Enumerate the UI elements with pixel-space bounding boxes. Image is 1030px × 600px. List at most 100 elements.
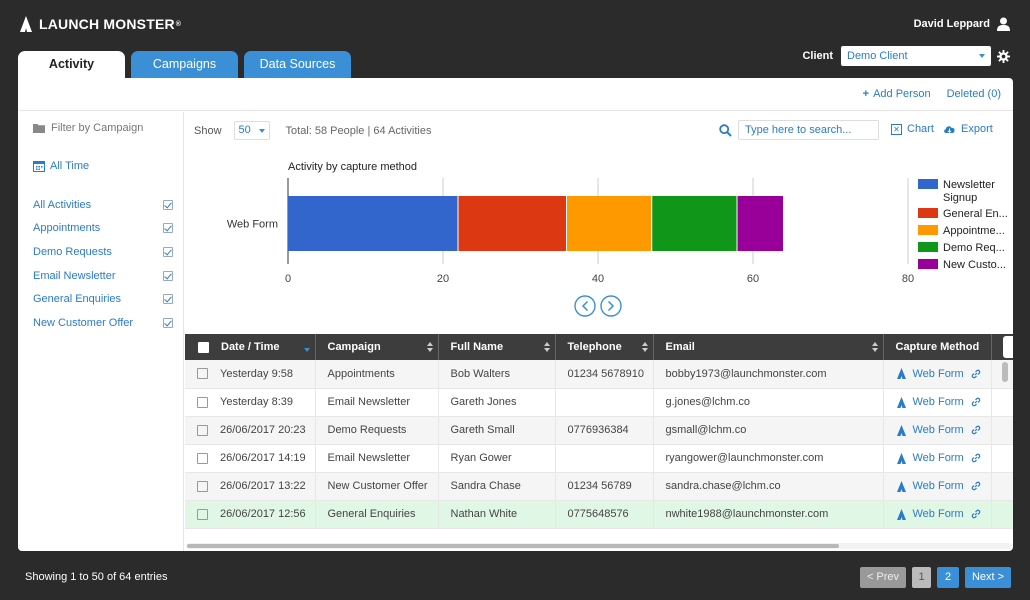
link-icon[interactable] <box>971 369 981 379</box>
campaign-filter-email-newsletter[interactable]: Email Newsletter <box>33 264 173 288</box>
link-icon[interactable] <box>971 481 981 491</box>
page-2-button[interactable]: 2 <box>937 567 959 588</box>
table-row[interactable]: 26/06/2017 20:23 Demo Requests Gareth Smal… <box>185 416 1013 445</box>
sort-icon <box>871 342 878 353</box>
campaign-filter-sidebar: Filter by Campaign All Time All Activiti… <box>18 112 184 551</box>
cell-value[interactable]: ryangower@launchmonster.com <box>666 452 824 464</box>
column-header-capture-method[interactable]: Capture Method <box>883 334 992 360</box>
deleted-link[interactable]: Deleted (0) <box>947 88 1001 100</box>
add-person-button[interactable]: + Add Person <box>863 88 931 100</box>
cell-value[interactable]: g.jones@lchm.co <box>666 396 751 408</box>
column-header-full-name[interactable]: Full Name <box>438 334 556 360</box>
cell-email: gsmall@lchm.co <box>653 416 884 445</box>
campaign-filter-all-activities[interactable]: All Activities <box>33 193 173 217</box>
campaign-checkbox[interactable] <box>163 246 173 257</box>
page-size-select[interactable]: 50 <box>233 121 270 140</box>
column-label: Full Name <box>450 341 504 353</box>
cell-value: 26/06/2017 13:22 <box>220 480 306 492</box>
cell-value: Ryan Gower <box>450 452 512 464</box>
campaign-list: All Activities Appointments Demo Request… <box>33 193 173 335</box>
activity-chart: Activity by capture method 0 20 40 60 80 Web… <box>227 161 1008 317</box>
cell-value: Gareth Jones <box>450 396 517 408</box>
column-header-telephone[interactable]: Telephone <box>555 334 654 360</box>
chart-title: Activity by capture method <box>288 161 417 173</box>
row-checkbox[interactable] <box>197 452 208 464</box>
rocket-logo-icon <box>20 16 32 32</box>
cell-value[interactable]: gsmall@lchm.co <box>666 424 747 436</box>
date-range-picker[interactable]: All Time <box>33 160 89 172</box>
row-checkbox[interactable] <box>197 368 208 380</box>
gear-icon[interactable] <box>997 49 1010 63</box>
tab-activity[interactable]: Activity <box>18 51 125 79</box>
table-row[interactable]: Yesterday 8:39 Email Newsletter Gareth Jon… <box>185 388 1013 417</box>
client-dropdown[interactable]: Demo Client <box>841 46 991 66</box>
cell-date: 26/06/2017 12:56 <box>185 500 316 529</box>
link-icon[interactable] <box>971 453 981 463</box>
cell-email: bobby1973@launchmonster.com <box>653 360 884 389</box>
table-row[interactable]: 26/06/2017 13:22 New Customer Offer Sandra… <box>185 472 1013 501</box>
campaign-filter-appointments[interactable]: Appointments <box>33 217 173 241</box>
campaign-filter-new-customer-offer[interactable]: New Customer Offer <box>33 311 173 335</box>
cell-value[interactable]: nwhite1988@launchmonster.com <box>666 508 829 520</box>
next-page-button[interactable]: Next > <box>965 567 1011 588</box>
user-menu[interactable]: David Leppard <box>914 17 1010 31</box>
campaign-checkbox[interactable] <box>163 294 173 305</box>
user-icon <box>997 17 1010 31</box>
column-header-email[interactable]: Email <box>653 334 884 360</box>
table-row[interactable]: 26/06/2017 14:19 Email Newsletter Ryan Gow… <box>185 444 1013 473</box>
export-button[interactable]: Export <box>943 123 993 135</box>
search-icon[interactable] <box>719 123 732 137</box>
row-checkbox[interactable] <box>197 480 208 492</box>
column-header-campaign[interactable]: Campaign <box>315 334 439 360</box>
page-1-button[interactable]: 1 <box>912 567 931 588</box>
capture-method-link[interactable]: Web Form <box>913 508 964 520</box>
cell-phone <box>555 388 654 417</box>
column-label: Email <box>665 341 695 353</box>
select-all-checkbox[interactable] <box>198 341 209 353</box>
campaign-checkbox[interactable] <box>163 199 173 210</box>
chart-prev-button[interactable] <box>574 295 596 317</box>
link-icon[interactable] <box>971 397 981 407</box>
vertical-scrollbar[interactable] <box>1002 362 1008 382</box>
table-row[interactable]: Yesterday 9:58 Appointments Bob Walters 012… <box>185 360 1013 389</box>
capture-method-link[interactable]: Web Form <box>913 452 964 464</box>
column-header-date-time[interactable]: Date / Time <box>185 334 316 360</box>
cell-value: Email Newsletter <box>327 396 411 408</box>
link-icon[interactable] <box>971 509 981 519</box>
tab-data-sources[interactable]: Data Sources <box>244 51 351 78</box>
cell-value[interactable]: sandra.chase@lchm.co <box>666 480 781 492</box>
chart-next-button[interactable] <box>600 295 622 317</box>
capture-method-link[interactable]: Web Form <box>913 396 964 408</box>
link-icon[interactable] <box>971 425 981 435</box>
cell-phone <box>555 444 654 473</box>
cell-value: Gareth Small <box>450 424 515 436</box>
sort-icon <box>543 342 550 353</box>
capture-method-link[interactable]: Web Form <box>913 480 964 492</box>
campaign-checkbox[interactable] <box>163 270 173 281</box>
table-row[interactable]: 26/06/2017 12:56 General Enquiries Nathan … <box>185 500 1013 529</box>
campaign-filter-general-enquiries[interactable]: General Enquiries <box>33 287 173 311</box>
column-label: Telephone <box>567 341 622 353</box>
campaign-checkbox[interactable] <box>163 317 173 328</box>
tab-campaigns[interactable]: Campaigns <box>131 51 238 78</box>
horizontal-scrollbar[interactable] <box>185 541 1013 551</box>
prev-page-button[interactable]: < Prev <box>860 567 906 588</box>
capture-method-link[interactable]: Web Form <box>913 368 964 380</box>
row-checkbox[interactable] <box>197 508 208 520</box>
column-toggle-button[interactable] <box>1003 336 1013 358</box>
campaign-filter-demo-requests[interactable]: Demo Requests <box>33 240 173 264</box>
row-checkbox[interactable] <box>197 396 208 408</box>
legend-swatch <box>918 242 938 252</box>
cell-value[interactable]: bobby1973@launchmonster.com <box>666 368 827 380</box>
client-label: Client <box>802 50 833 62</box>
campaign-checkbox[interactable] <box>163 223 173 234</box>
launch-monster-logo[interactable]: LAUNCH MONSTER ® <box>18 16 181 32</box>
cell-value: Appointments <box>327 367 395 380</box>
scrollbar-thumb[interactable] <box>187 544 839 548</box>
cell-value: 26/06/2017 20:23 <box>220 424 306 436</box>
row-checkbox[interactable] <box>197 424 208 436</box>
capture-method-link[interactable]: Web Form <box>913 424 964 436</box>
search-input[interactable] <box>738 120 879 140</box>
chart-toggle-button[interactable]: ✕ Chart <box>891 123 934 135</box>
web-form-icon <box>896 424 906 436</box>
